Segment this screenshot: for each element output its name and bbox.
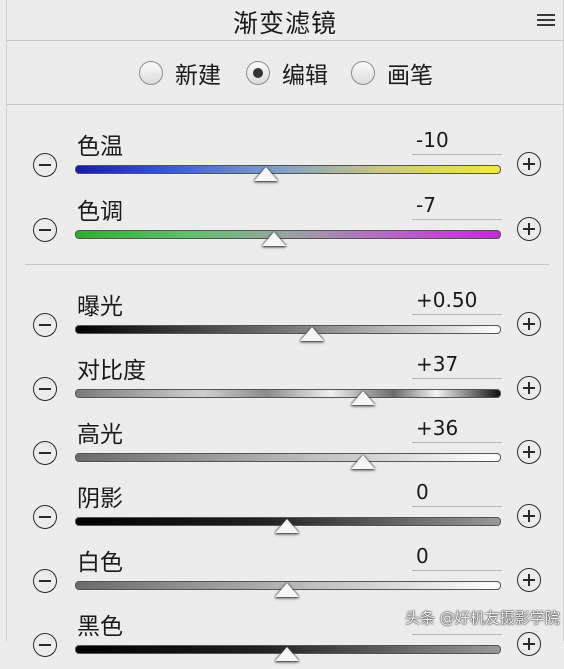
plus-circle-icon[interactable] bbox=[517, 376, 541, 400]
radio-edit[interactable] bbox=[246, 61, 270, 85]
minus-circle-icon[interactable] bbox=[33, 153, 57, 177]
minus-circle-icon[interactable] bbox=[33, 505, 57, 529]
panel-title: 渐变滤镜 bbox=[232, 9, 337, 38]
slider-track-exposure[interactable] bbox=[75, 325, 501, 334]
slider-value-contrast[interactable]: +37 bbox=[412, 352, 502, 379]
plus-circle-icon[interactable] bbox=[517, 504, 541, 528]
slider-thumb-highlights[interactable] bbox=[351, 455, 376, 469]
slider-label-temperature: 色温 bbox=[77, 134, 123, 160]
slider-value-tint[interactable]: -7 bbox=[412, 193, 502, 220]
slider-track-tint[interactable] bbox=[75, 230, 501, 239]
mode-brush[interactable]: 画笔 bbox=[351, 56, 433, 90]
mode-brush-label: 画笔 bbox=[387, 63, 433, 89]
watermark: 头条 @好机友摄影学院 bbox=[405, 609, 560, 627]
slider-label-exposure: 曝光 bbox=[77, 294, 123, 320]
minus-circle-icon[interactable] bbox=[33, 218, 57, 242]
slider-value-highlights[interactable]: +36 bbox=[412, 416, 502, 443]
slider-label-highlights: 高光 bbox=[77, 422, 123, 448]
minus-circle-icon[interactable] bbox=[33, 633, 57, 657]
slider-row-tint: 色调 -7 bbox=[7, 192, 563, 254]
slider-thumb-whites[interactable] bbox=[275, 583, 299, 597]
hamburger-menu-icon[interactable] bbox=[537, 14, 555, 26]
slider-value-shadows[interactable]: 0 bbox=[412, 480, 502, 507]
slider-label-contrast: 对比度 bbox=[77, 358, 146, 384]
slider-track-temperature[interactable] bbox=[75, 165, 501, 174]
mode-edit-label: 编辑 bbox=[282, 63, 328, 89]
radio-new[interactable] bbox=[139, 61, 163, 85]
slider-track-contrast[interactable] bbox=[75, 389, 501, 398]
plus-circle-icon[interactable] bbox=[517, 312, 541, 336]
slider-value-whites[interactable]: 0 bbox=[412, 544, 502, 571]
minus-circle-icon[interactable] bbox=[33, 441, 57, 465]
slider-thumb-tint[interactable] bbox=[262, 232, 287, 246]
slider-label-tint: 色调 bbox=[77, 199, 123, 225]
slider-label-shadows: 阴影 bbox=[77, 486, 123, 512]
radio-brush[interactable] bbox=[351, 61, 375, 85]
slider-value-exposure[interactable]: +0.50 bbox=[412, 288, 502, 315]
slider-thumb-contrast[interactable] bbox=[351, 391, 376, 405]
mode-edit[interactable]: 编辑 bbox=[246, 56, 328, 90]
plus-circle-icon[interactable] bbox=[517, 568, 541, 592]
slider-thumb-temperature[interactable] bbox=[253, 167, 278, 181]
plus-circle-icon[interactable] bbox=[517, 440, 541, 464]
panel-header: 渐变滤镜 bbox=[7, 0, 563, 41]
plus-circle-icon[interactable] bbox=[517, 217, 541, 241]
slider-row-whites: 白色 0 bbox=[7, 543, 563, 605]
slider-label-blacks: 黑色 bbox=[77, 614, 123, 640]
slider-thumb-blacks[interactable] bbox=[275, 647, 299, 661]
minus-circle-icon[interactable] bbox=[33, 313, 57, 337]
slider-row-shadows: 阴影 0 bbox=[7, 479, 563, 541]
plus-circle-icon[interactable] bbox=[517, 632, 541, 656]
slider-thumb-shadows[interactable] bbox=[275, 519, 299, 533]
minus-circle-icon[interactable] bbox=[33, 377, 57, 401]
slider-label-whites: 白色 bbox=[77, 550, 123, 576]
slider-row-highlights: 高光 +36 bbox=[7, 415, 563, 477]
minus-circle-icon[interactable] bbox=[33, 569, 57, 593]
mode-selector: 新建 编辑 画笔 bbox=[7, 42, 563, 105]
gradient-filter-panel: 渐变滤镜 新建 编辑 画笔 色温 -10 色调 -7 曝光 +0.50 对比度 +37 高光 +3… bbox=[6, 0, 564, 661]
slider-row-exposure: 曝光 +0.50 bbox=[7, 287, 563, 349]
mode-new-label: 新建 bbox=[175, 63, 221, 89]
slider-row-contrast: 对比度 +37 bbox=[7, 351, 563, 413]
slider-track-highlights[interactable] bbox=[75, 453, 501, 462]
slider-thumb-exposure[interactable] bbox=[300, 327, 325, 341]
slider-row-temperature: 色温 -10 bbox=[7, 127, 563, 189]
plus-circle-icon[interactable] bbox=[517, 152, 541, 176]
section-divider bbox=[25, 264, 549, 265]
slider-value-temperature[interactable]: -10 bbox=[412, 128, 502, 155]
mode-new[interactable]: 新建 bbox=[139, 56, 221, 90]
